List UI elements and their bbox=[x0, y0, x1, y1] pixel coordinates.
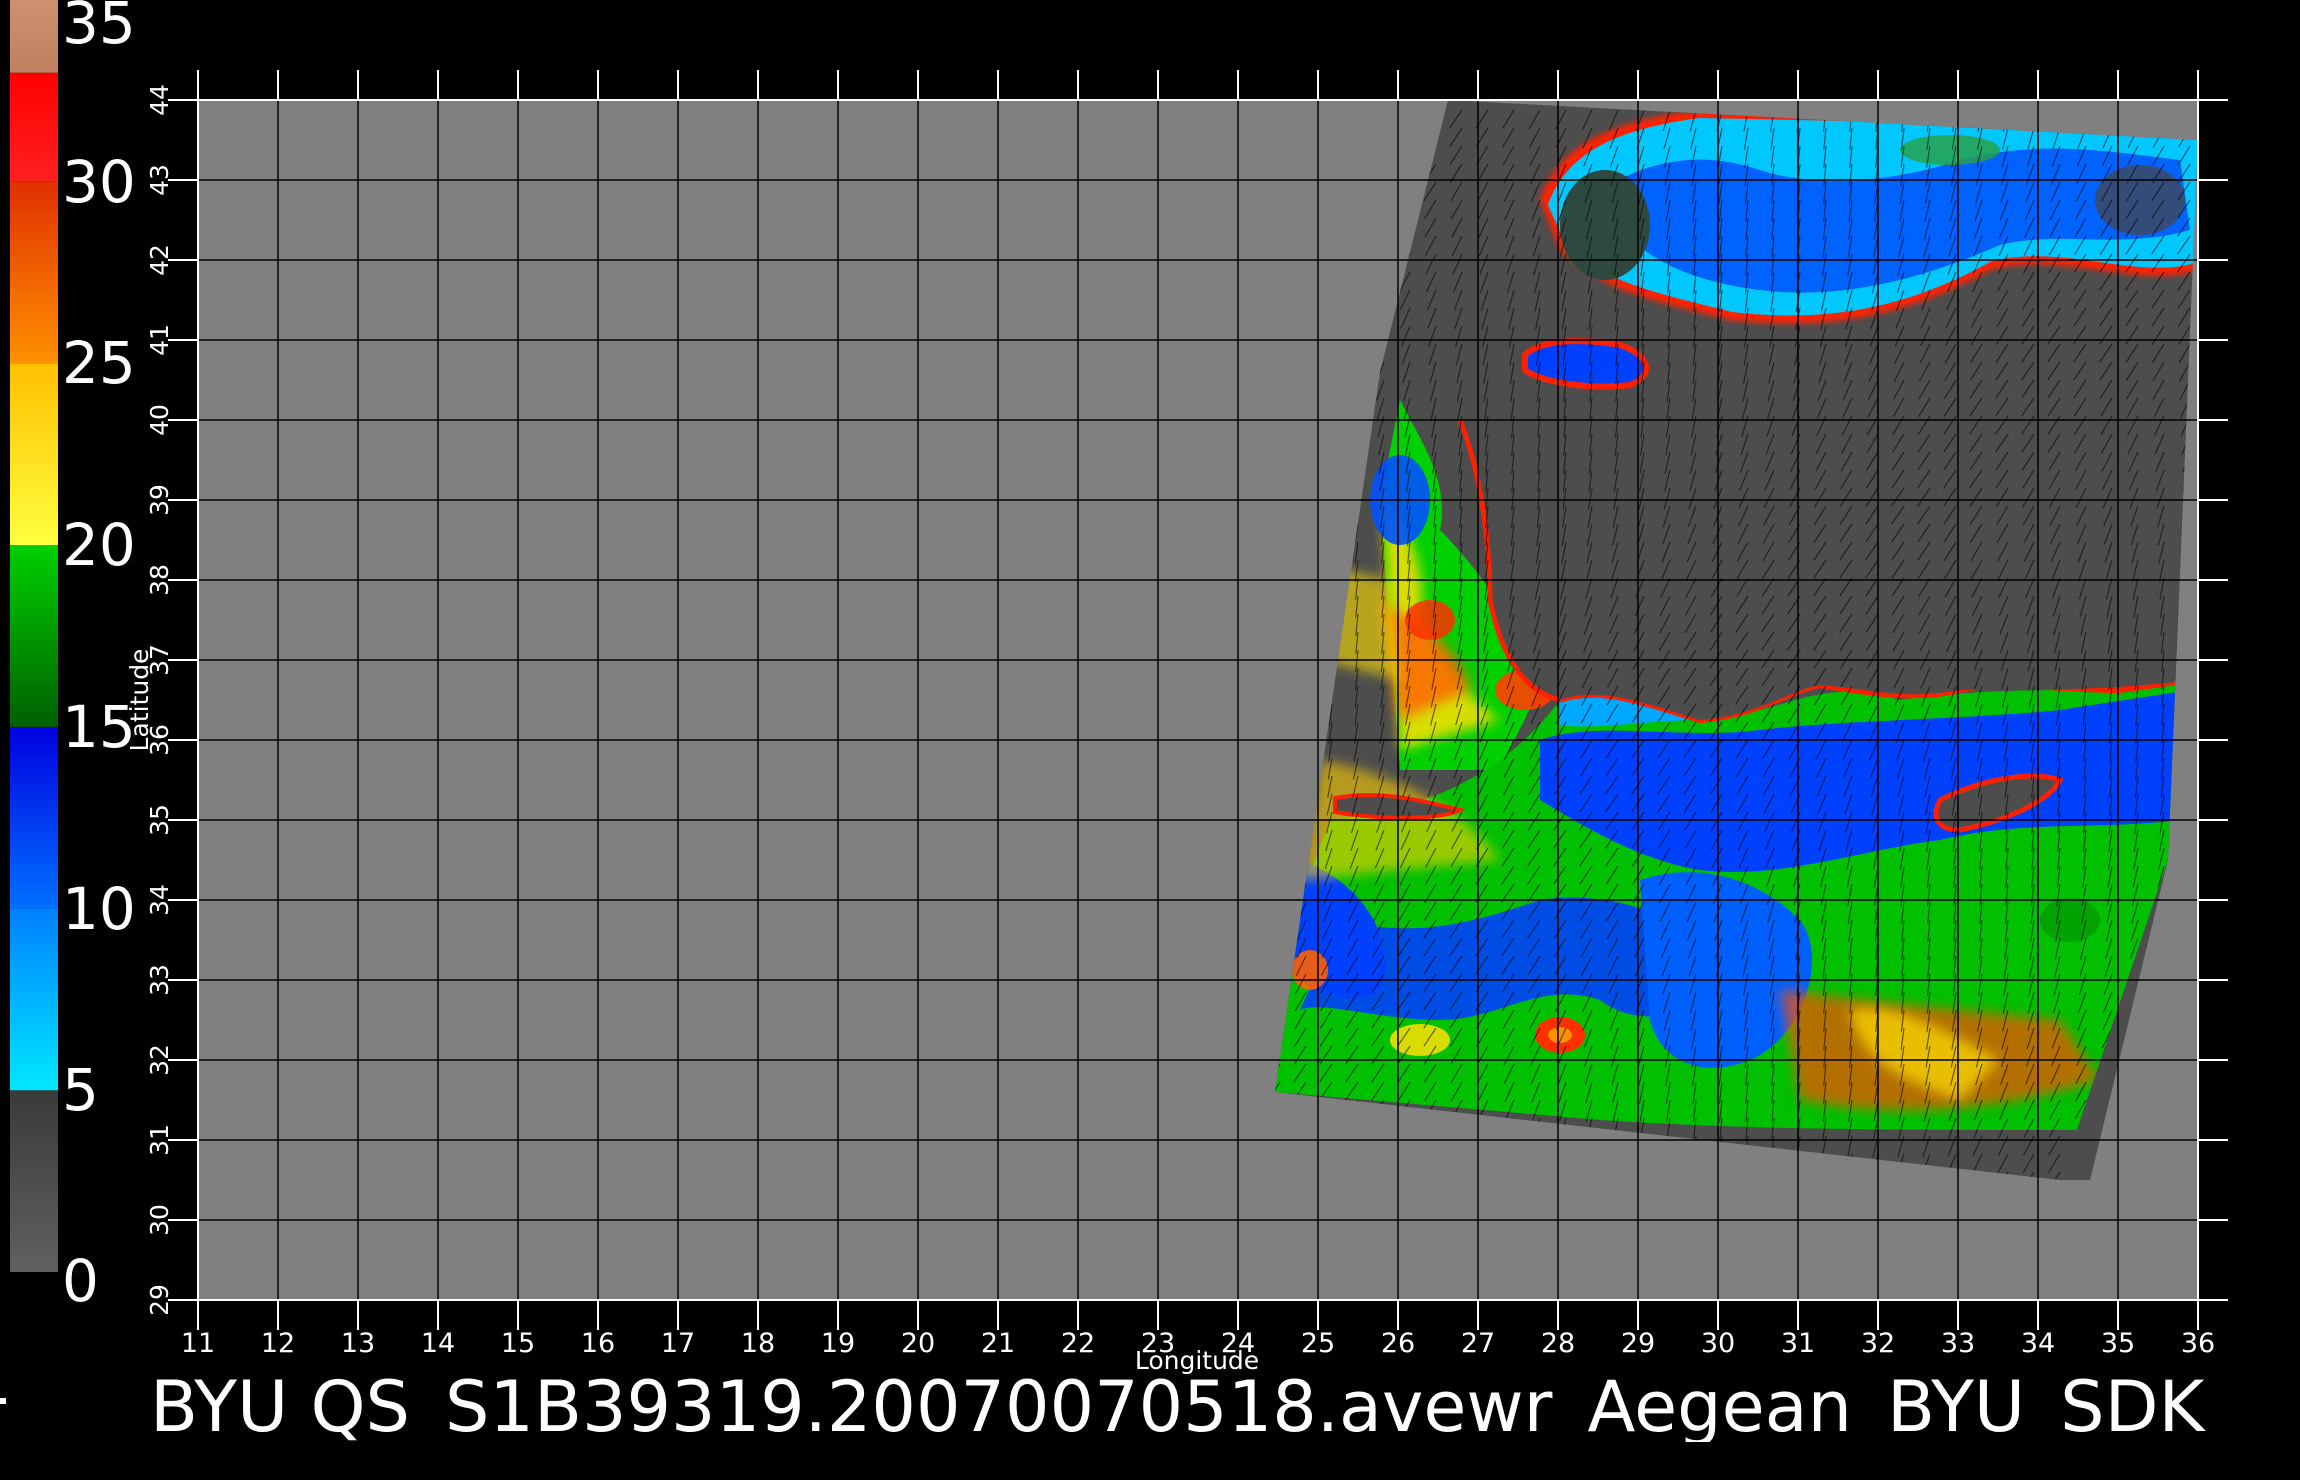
lat-tick-label: 40 bbox=[145, 404, 174, 436]
colorbar-label: 30 bbox=[62, 147, 136, 216]
lon-tick-label: 29 bbox=[1621, 1328, 1655, 1359]
lon-tick-label: 21 bbox=[981, 1328, 1015, 1359]
x-axis-label: Longitude bbox=[1135, 1346, 1259, 1375]
caption: BYU QS_S1B39319.20070070518.avewr_Aegean… bbox=[150, 1372, 2205, 1442]
lat-tick-label: 41 bbox=[145, 324, 174, 356]
colorbar-label: 35 bbox=[62, 0, 136, 57]
lat-tick-label: 31 bbox=[145, 1124, 174, 1156]
lon-tick-label: 14 bbox=[421, 1328, 455, 1359]
colorbar-segment bbox=[10, 1090, 58, 1272]
colorbar-segment bbox=[10, 545, 58, 727]
lon-tick-label: 15 bbox=[501, 1328, 535, 1359]
lat-tick-label: 32 bbox=[145, 1044, 174, 1076]
colorbar-label: 20 bbox=[62, 511, 136, 580]
lon-tick-label: 11 bbox=[181, 1328, 215, 1359]
lon-tick-label: 26 bbox=[1381, 1328, 1415, 1359]
colorbar-segment bbox=[10, 181, 58, 364]
lon-tick-label: 30 bbox=[1701, 1328, 1735, 1359]
lon-tick-label: 16 bbox=[581, 1328, 615, 1359]
colorbar-segment bbox=[10, 363, 58, 546]
lat-tick-label: 35 bbox=[145, 804, 174, 836]
marmara-wind bbox=[1522, 338, 1649, 390]
colorbar-segment bbox=[10, 0, 58, 73]
lon-tick-label: 27 bbox=[1461, 1328, 1495, 1359]
anatolia-land bbox=[1460, 360, 2198, 720]
lon-tick-label: 12 bbox=[261, 1328, 295, 1359]
lat-tick-label: 42 bbox=[145, 244, 174, 276]
lon-tick-label: 20 bbox=[901, 1328, 935, 1359]
lon-tick-label: 36 bbox=[2181, 1328, 2215, 1359]
lon-tick-label: 33 bbox=[1941, 1328, 1975, 1359]
colorbar-segment bbox=[10, 726, 58, 909]
lon-tick-label: 18 bbox=[741, 1328, 775, 1359]
lon-tick-label: 31 bbox=[1781, 1328, 1815, 1359]
lon-tick-label: 22 bbox=[1061, 1328, 1095, 1359]
colorbar-label: 5 bbox=[62, 1056, 99, 1125]
lon-tick-label: 35 bbox=[2101, 1328, 2135, 1359]
lon-tick-label: 25 bbox=[1301, 1328, 1335, 1359]
colorbar-segment bbox=[10, 908, 58, 1091]
lat-tick-label: 30 bbox=[145, 1204, 174, 1236]
colorbar-label: 15 bbox=[62, 692, 136, 761]
lat-tick-label: 29 bbox=[145, 1284, 174, 1316]
lat-tick-label: 33 bbox=[145, 964, 174, 996]
lon-tick-label: 28 bbox=[1541, 1328, 1575, 1359]
colorbar-label: 25 bbox=[62, 329, 136, 398]
colorbar-segment bbox=[10, 72, 58, 182]
lat-tick-label: 39 bbox=[145, 484, 174, 516]
lat-tick-label: 38 bbox=[145, 564, 174, 596]
wind-speed-map: 11 12 13 14 15 16 17 18 19 20 21 22 23 24 25 26 27 28 29 30… bbox=[10, 0, 2228, 1375]
colorbar bbox=[10, 0, 58, 1272]
lat-tick-label: 34 bbox=[145, 884, 174, 916]
lat-tick-label: 44 bbox=[145, 84, 174, 116]
lon-tick-label: 13 bbox=[341, 1328, 375, 1359]
colorbar-label: 0 bbox=[62, 1247, 99, 1315]
lon-tick-label: 32 bbox=[1861, 1328, 1895, 1359]
lon-tick-label: 19 bbox=[821, 1328, 855, 1359]
colorbar-label: 10 bbox=[62, 874, 136, 943]
lon-tick-label: 34 bbox=[2021, 1328, 2055, 1359]
caption-dot bbox=[0, 1398, 6, 1404]
lat-tick-label: 43 bbox=[145, 164, 174, 196]
lon-tick-label: 17 bbox=[661, 1328, 695, 1359]
